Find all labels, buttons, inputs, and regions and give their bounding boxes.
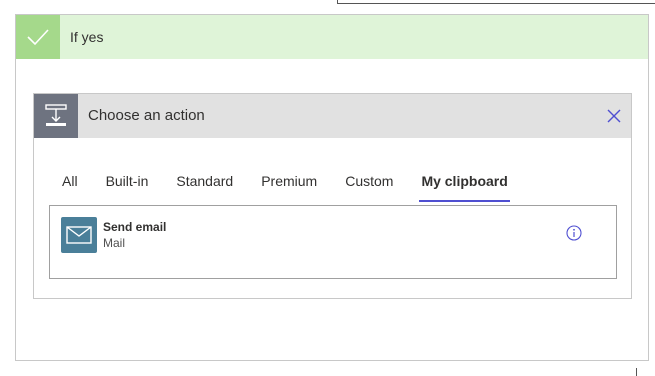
tab-my-clipboard[interactable]: My clipboard (419, 172, 511, 202)
list-item[interactable]: Send email Mail (61, 217, 601, 255)
background-panel-edge (337, 0, 655, 4)
tab-standard[interactable]: Standard (176, 172, 233, 202)
action-tabs: All Built-in Standard Premium Custom My … (62, 172, 536, 202)
choose-action-header: Choose an action (34, 94, 631, 138)
checkmark-icon (16, 15, 60, 59)
operation-name: Send email (103, 220, 167, 234)
clipboard-results: Send email Mail (49, 205, 617, 279)
close-button[interactable] (605, 107, 623, 125)
branch-title: If yes (70, 29, 104, 45)
choose-action-title: Choose an action (88, 107, 205, 124)
branch-header[interactable]: If yes (16, 15, 648, 59)
tab-premium[interactable]: Premium (261, 172, 317, 202)
connector-name: Mail (103, 236, 126, 250)
info-icon[interactable] (566, 225, 582, 241)
close-icon (607, 109, 621, 123)
condition-branch-yes: If yes Choose an action All Built-in Sta… (15, 14, 649, 361)
tab-built-in[interactable]: Built-in (106, 172, 149, 202)
mail-icon (61, 217, 97, 253)
action-insert-icon (34, 94, 78, 138)
tab-custom[interactable]: Custom (345, 172, 393, 202)
tab-all[interactable]: All (62, 172, 78, 202)
choose-action-card: Choose an action All Built-in Standard P… (33, 93, 632, 299)
background-panel-edge (636, 368, 637, 376)
